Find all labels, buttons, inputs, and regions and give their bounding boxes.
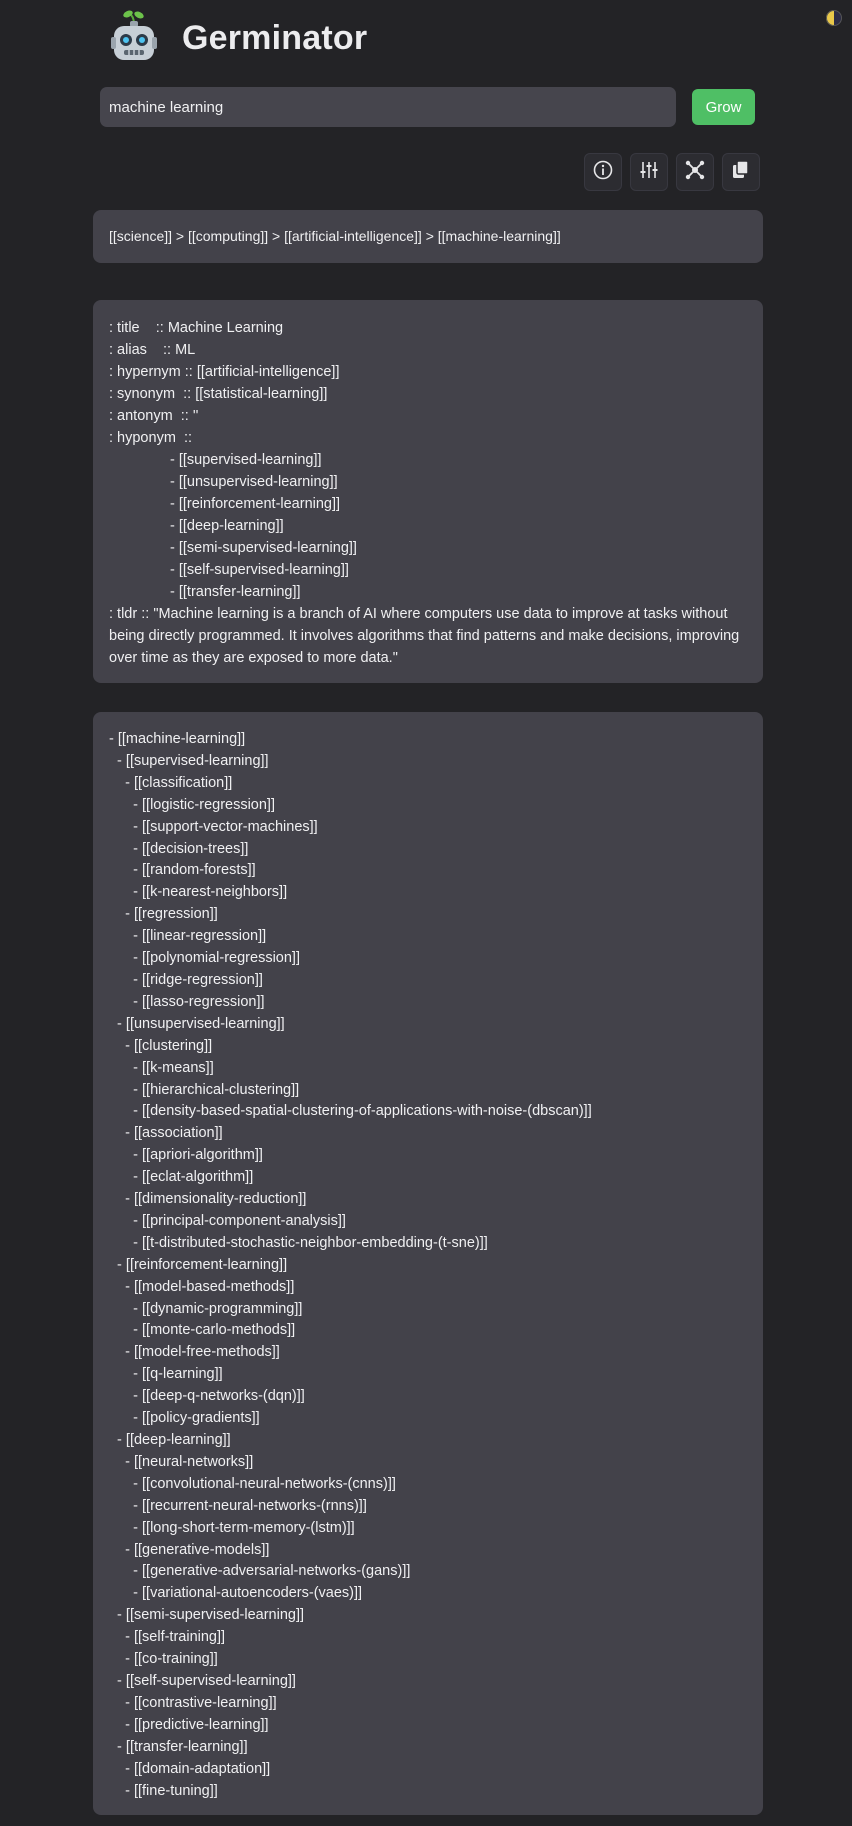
tree-item: - [[dimensionality-reduction]] [109,1191,307,1208]
breadcrumb: [[science]] > [[computing]] > [[artifici… [93,210,763,263]
tree-item: - [[dynamic-programming]] [109,1300,303,1317]
meta-hyponym: : hyponym :: [109,430,193,446]
tree-item: - [[self-training]] [109,1629,226,1646]
tree-item: - [[transfer-learning]] [109,1738,248,1755]
tree-item: - [[regression]] [109,906,218,923]
tree-item: - [[predictive-learning]] [109,1716,269,1733]
theme-toggle-half-moon-icon[interactable] [826,10,842,26]
tree-item: - [[semi-supervised-learning]] [109,1607,305,1624]
tree-item: - [[association]] [109,1125,223,1142]
breadcrumb-text: [[science]] > [[computing]] > [[artifici… [109,228,561,244]
tree-item: - [[q-learning]] [109,1366,223,1383]
meta-title: : title :: Machine Learning [109,320,284,336]
toolbar [584,153,760,191]
tree-item: - [[neural-networks]] [109,1453,254,1470]
copy-icon [731,159,751,185]
tree-item: - [[logistic-regression]] [109,796,275,813]
tree-item: - [[model-based-methods]] [109,1278,295,1295]
info-button[interactable] [584,153,622,191]
meta-hypernym: : hypernym :: [[artificial-intelligence]… [109,364,340,380]
sliders-icon [639,160,659,185]
settings-sliders-button[interactable] [630,153,668,191]
graph-icon [684,159,706,186]
copy-button[interactable] [722,153,760,191]
tree-item: - [[co-training]] [109,1651,218,1668]
tree-item: - [[hierarchical-clustering]] [109,1081,300,1098]
tree-item: - [[density-based-spatial-clustering-of-… [109,1103,592,1120]
tree-item: - [[classification]] [109,774,233,791]
tree-item: - [[supervised-learning]] [109,752,269,769]
tree-item: - [[self-supervised-learning]] [109,1672,296,1689]
tree-item: - [[generative-models]] [109,1541,270,1558]
app-header: Germinator [108,8,367,68]
grow-button[interactable]: Grow [692,89,755,125]
tree-item: - [[k-nearest-neighbors]] [109,884,288,901]
tree-item: - [[fine-tuning]] [109,1782,218,1799]
metadata-panel: : title :: Machine Learning : alias :: M… [93,300,763,683]
meta-hyponym-item: - [[deep-learning]] [170,518,284,534]
tree-item: - [[apriori-algorithm]] [109,1147,263,1164]
tree-item: - [[domain-adaptation]] [109,1760,271,1777]
tree-item: - [[polynomial-regression]] [109,950,300,967]
robot-seedling-logo [108,8,160,68]
tree-item: - [[machine-learning]] [109,731,246,747]
meta-hyponym-item: - [[supervised-learning]] [170,452,322,468]
info-icon [593,160,613,185]
tree-item: - [[principal-component-analysis]] [109,1212,346,1229]
tree-item: - [[decision-trees]] [109,840,249,857]
tree-item: - [[policy-gradients]] [109,1410,260,1427]
tree-item: - [[variational-autoencoders-(vaes)]] [109,1585,363,1602]
tree-item: - [[lasso-regression]] [109,993,265,1010]
tree-item: - [[linear-regression]] [109,928,267,945]
meta-alias: : alias :: ML [109,342,196,358]
app-title: Germinator [182,18,368,57]
graph-view-button[interactable] [676,153,714,191]
tree-item: - [[eclat-algorithm]] [109,1169,254,1186]
tree-item: - [[support-vector-machines]] [109,818,318,835]
meta-hyponym-item: - [[self-supervised-learning]] [170,562,349,578]
meta-hyponym-item: - [[transfer-learning]] [170,584,301,600]
tree-item: - [[generative-adversarial-networks-(gan… [109,1563,411,1580]
tree-item: - [[long-short-term-memory-(lstm)]] [109,1519,355,1536]
tree-item: - [[deep-learning]] [109,1432,231,1448]
search-input[interactable] [100,87,676,127]
tree-item: - [[contrastive-learning]] [109,1694,277,1711]
tree-panel: - [[machine-learning]] - [[supervised-le… [93,712,763,1815]
tree-item: - [[convolutional-neural-networks-(cnns)… [109,1475,396,1492]
meta-hyponym-item: - [[semi-supervised-learning]] [170,540,357,556]
meta-hyponym-item: - [[reinforcement-learning]] [170,496,341,512]
tree-item: - [[monte-carlo-methods]] [109,1322,296,1339]
tree-item: - [[recurrent-neural-networks-(rnns)]] [109,1497,367,1514]
tree-item: - [[ridge-regression]] [109,971,263,988]
meta-hyponym-item: - [[unsupervised-learning]] [170,474,338,490]
tree-item: - [[reinforcement-learning]] [109,1256,288,1273]
tree-item: - [[random-forests]] [109,862,256,879]
tree-item: - [[clustering]] [109,1037,213,1054]
meta-antonym: : antonym :: '' [109,408,199,424]
tree-item: - [[unsupervised-learning]] [109,1015,285,1032]
meta-synonym: : synonym :: [[statistical-learning]] [109,386,328,402]
meta-tldr: : tldr :: "Machine learning is a branch … [109,606,740,666]
tree-item: - [[model-free-methods]] [109,1344,280,1361]
tree-item: - [[t-distributed-stochastic-neighbor-em… [109,1234,488,1251]
tree-item: - [[k-means]] [109,1059,214,1076]
tree-item: - [[deep-q-networks-(dqn)]] [109,1388,305,1405]
